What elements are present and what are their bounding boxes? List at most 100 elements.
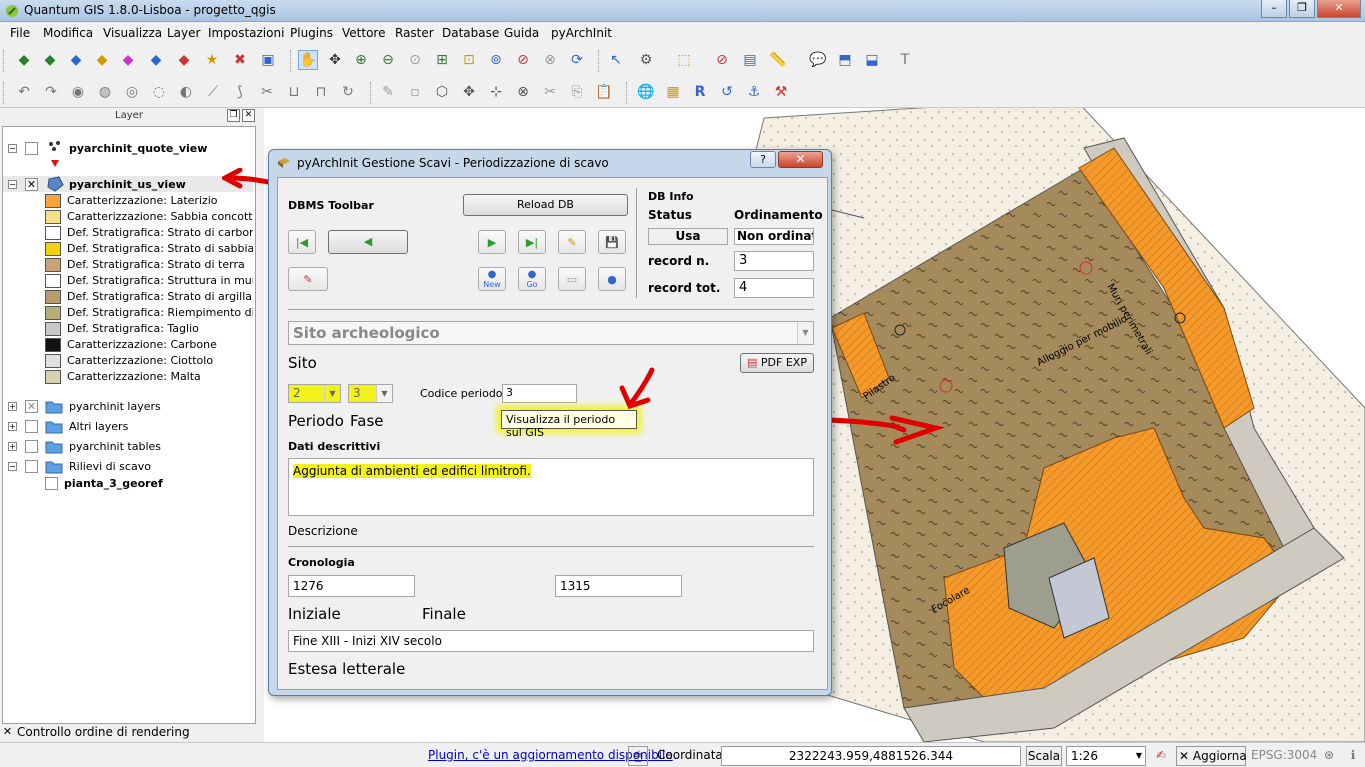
menu-guida[interactable]: Guida bbox=[504, 26, 539, 40]
menu-raster[interactable]: Raster bbox=[395, 26, 434, 40]
select-features-icon[interactable]: ⬚ bbox=[674, 50, 694, 70]
menu-file[interactable]: File bbox=[10, 26, 30, 40]
new-shapefile-icon[interactable]: ★ bbox=[202, 50, 222, 70]
legend-item[interactable]: Def. Stratigrafica: Strato di carbone... bbox=[3, 225, 253, 241]
dropdown-arrow-icon[interactable]: ▼ bbox=[324, 385, 340, 402]
scale-combo[interactable]: 1:26 ▼ bbox=[1066, 746, 1146, 766]
toolbar-grip[interactable] bbox=[598, 50, 601, 72]
toolbar-grip[interactable] bbox=[3, 50, 6, 72]
dropdown-arrow-icon[interactable]: ▼ bbox=[797, 322, 813, 344]
undo-icon[interactable]: ↶ bbox=[14, 82, 34, 102]
datazione-estesa-field[interactable]: Fine XIII - Inizi XIV secolo bbox=[288, 630, 814, 652]
menu-database[interactable]: Database bbox=[442, 26, 499, 40]
render-order-checkbox[interactable]: ✕ bbox=[1, 726, 14, 739]
legend-item[interactable]: Caratterizzazione: Malta bbox=[3, 369, 253, 385]
cronologia-finale-field[interactable]: 1315 bbox=[555, 575, 682, 597]
layer-item-pianta[interactable]: pianta_3_georef bbox=[3, 476, 253, 492]
add-wfs-layer-icon[interactable]: ◆ bbox=[146, 50, 166, 70]
delete-selected-icon[interactable]: ⊗ bbox=[513, 82, 533, 102]
expand-icon[interactable]: + bbox=[8, 402, 17, 411]
add-spatialite-layer-icon[interactable]: ◆ bbox=[92, 50, 112, 70]
layer-checkbox[interactable] bbox=[45, 477, 58, 490]
refresh-toggle[interactable]: ✕ Aggiorna bbox=[1176, 746, 1247, 766]
layer-item-us-view[interactable]: − ✕ pyarchinit_us_view bbox=[3, 176, 253, 192]
coordinate-field[interactable]: 2322243.959,4881526.344 bbox=[721, 746, 1021, 766]
collapse-icon[interactable]: − bbox=[8, 180, 17, 189]
legend-item[interactable]: Def. Stratigrafica: Struttura in murat..… bbox=[3, 273, 253, 289]
sito-combo[interactable]: Sito archeologico ▼ bbox=[288, 321, 814, 345]
cronologia-iniziale-field[interactable]: 1276 bbox=[288, 575, 415, 597]
zoom-to-layer-icon[interactable]: ⊡ bbox=[459, 50, 479, 70]
messages-icon[interactable]: ℹ bbox=[1342, 746, 1364, 766]
descrizione-textarea[interactable]: Aggiunta di ambienti ed edifici limitrof… bbox=[288, 458, 814, 516]
first-record-icon[interactable]: |◀ bbox=[288, 230, 316, 254]
menu-impostazioni[interactable]: Impostazioni bbox=[208, 26, 284, 40]
merge-attributes-icon[interactable]: ⊓ bbox=[311, 82, 331, 102]
toolbar-grip[interactable] bbox=[370, 82, 373, 104]
cut-features-icon[interactable]: ✂ bbox=[540, 82, 560, 102]
legend-item[interactable]: Caratterizzazione: Laterizio bbox=[3, 193, 253, 209]
prev-record-icon[interactable]: ◀ bbox=[328, 230, 408, 254]
expand-icon[interactable]: + bbox=[8, 422, 17, 431]
zoom-to-selection-icon[interactable]: ⊙ bbox=[405, 50, 425, 70]
zoom-last-icon[interactable]: ⊘ bbox=[513, 50, 533, 70]
group-pyarchinit-layers[interactable]: + ✕ pyarchinit layers bbox=[3, 399, 253, 415]
float-panel-icon[interactable]: ❐ bbox=[227, 109, 240, 122]
toggle-editing-icon[interactable]: ✎ bbox=[378, 82, 398, 102]
run-action-icon[interactable]: ⚙ bbox=[636, 50, 656, 70]
refresh-icon[interactable]: ⟳ bbox=[567, 50, 587, 70]
render-order-row[interactable]: ✕ Controllo ordine di rendering bbox=[0, 725, 262, 741]
save-edits-icon[interactable]: ▫ bbox=[405, 82, 425, 102]
expand-icon[interactable]: + bbox=[8, 442, 17, 451]
codice-periodo-field[interactable]: 3 bbox=[502, 384, 577, 403]
crs-status-icon[interactable]: ⊛ bbox=[1318, 746, 1340, 766]
add-raster-layer-icon[interactable]: ◆ bbox=[40, 50, 60, 70]
deselect-icon[interactable]: ⊘ bbox=[712, 50, 732, 70]
show-bookmarks-icon[interactable]: ⬓ bbox=[862, 50, 882, 70]
legend-item[interactable]: Caratterizzazione: Sabbia concottata bbox=[3, 209, 253, 225]
rotate-icon[interactable]: ↺ bbox=[717, 82, 737, 102]
delete-ring-icon[interactable]: ◌ bbox=[149, 82, 169, 102]
legend-item[interactable]: Caratterizzazione: Carbone bbox=[3, 337, 253, 353]
maximize-button[interactable]: ❐ bbox=[1289, 0, 1315, 18]
reshape-icon[interactable]: ⟋ bbox=[203, 82, 223, 102]
add-ring-icon[interactable]: ◉ bbox=[68, 82, 88, 102]
legend-item[interactable]: Def. Stratigrafica: Strato di sabbia c..… bbox=[3, 241, 253, 257]
edit-record-icon[interactable]: ✎ bbox=[558, 230, 586, 254]
pyarchinit-map-icon[interactable]: ▦ bbox=[663, 82, 683, 102]
dropdown-arrow-icon[interactable]: ▼ bbox=[376, 385, 392, 402]
attribute-table-icon[interactable]: ▤ bbox=[740, 50, 760, 70]
add-postgis-layer-icon[interactable]: ◆ bbox=[66, 50, 86, 70]
close-button[interactable]: ✕ bbox=[1317, 0, 1361, 18]
zoom-next-icon[interactable]: ⊗ bbox=[540, 50, 560, 70]
dialog-help-button[interactable]: ? bbox=[750, 151, 776, 168]
stop-rendering-icon[interactable]: ✍ bbox=[1150, 746, 1172, 766]
group-checkbox[interactable] bbox=[25, 440, 38, 453]
node-tool-icon[interactable]: ⊹ bbox=[486, 82, 506, 102]
zoom-out-icon[interactable]: ⊖ bbox=[378, 50, 398, 70]
add-wms-layer-icon[interactable]: ◆ bbox=[118, 50, 138, 70]
group-checkbox[interactable] bbox=[25, 460, 38, 473]
go-search-button[interactable]: ● Go bbox=[518, 267, 546, 291]
add-vector-layer-icon[interactable]: ◆ bbox=[14, 50, 34, 70]
group-rilievi-di-scavo[interactable]: − Rilievi di scavo bbox=[3, 459, 253, 475]
legend-item[interactable]: Def. Stratigrafica: Strato di terra bbox=[3, 257, 253, 273]
reload-db-button[interactable]: Reload DB bbox=[463, 194, 628, 216]
pdf-export-button[interactable]: ▤ PDF EXP bbox=[740, 353, 814, 373]
layer-checkbox[interactable] bbox=[25, 142, 38, 155]
group-checkbox[interactable] bbox=[25, 420, 38, 433]
dialog-close-button[interactable]: ✕ bbox=[778, 151, 823, 168]
add-feature-icon[interactable]: ⬡ bbox=[432, 82, 452, 102]
minimize-button[interactable]: – bbox=[1261, 0, 1287, 18]
collapse-icon[interactable]: − bbox=[8, 462, 17, 471]
layer-item-quote-view[interactable]: − pyarchinit_quote_view bbox=[3, 140, 253, 167]
move-feature-icon[interactable]: ✥ bbox=[459, 82, 479, 102]
save-layer-icon[interactable]: ▣ bbox=[258, 50, 278, 70]
search-icon[interactable]: ● bbox=[598, 267, 626, 291]
zoom-native-icon[interactable]: ⊚ bbox=[486, 50, 506, 70]
last-record-icon[interactable]: ▶| bbox=[518, 230, 546, 254]
sort-icon[interactable]: ✎ bbox=[288, 267, 328, 291]
legend-item[interactable]: Def. Stratigrafica: Strato di argilla bbox=[3, 289, 253, 305]
close-panel-icon[interactable]: ✕ bbox=[242, 109, 255, 122]
new-bookmark-icon[interactable]: ⬒ bbox=[835, 50, 855, 70]
